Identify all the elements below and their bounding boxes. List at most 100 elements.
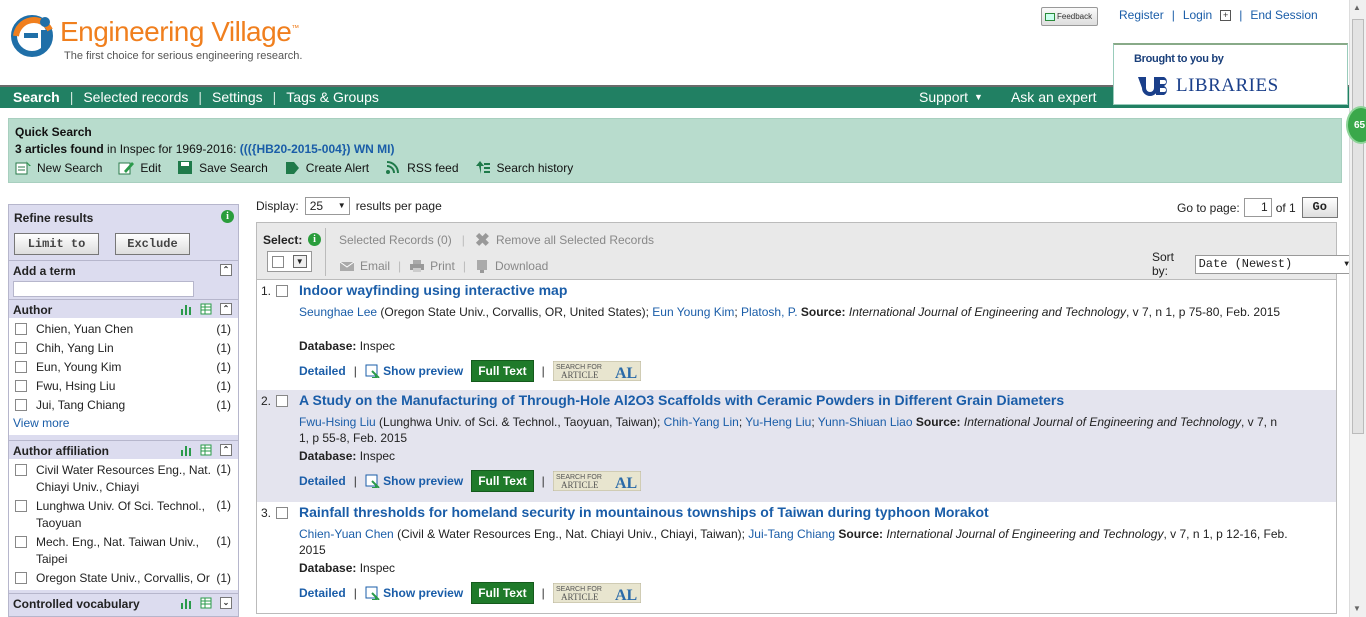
select-all-checkbox[interactable]	[272, 255, 285, 268]
print-button[interactable]: Print	[409, 259, 455, 273]
result-checkbox[interactable]	[276, 285, 288, 297]
bar-chart-icon[interactable]	[180, 444, 192, 456]
result-checkbox[interactable]	[276, 507, 288, 519]
sort-select[interactable]: Date (Newest) ▼	[1194, 254, 1356, 274]
new-search-button[interactable]: New Search	[15, 160, 102, 175]
facet-checkbox[interactable]	[15, 572, 27, 584]
scroll-up-icon[interactable]: ▲	[1353, 3, 1361, 12]
show-preview-link[interactable]: Show preview	[365, 364, 463, 379]
rss-feed-button[interactable]: RSS feed	[385, 160, 459, 175]
collapse-icon[interactable]: ⌃	[220, 264, 232, 276]
detailed-link[interactable]: Detailed	[299, 364, 346, 378]
facet-checkbox[interactable]	[15, 361, 27, 373]
chevron-down-icon[interactable]: ▼	[292, 255, 307, 268]
facet-item[interactable]: Chih, Yang Lin (1)	[9, 339, 238, 358]
search-for-article-button[interactable]: SEARCH FORARTICLE AL	[552, 583, 641, 603]
affiliation-section: Author affiliation ⌃ Civil Water Resourc…	[9, 440, 238, 590]
expand-login-icon[interactable]: +	[1220, 9, 1232, 21]
detailed-link[interactable]: Detailed	[299, 586, 346, 600]
nav-tags-groups[interactable]: Tags & Groups	[286, 89, 379, 105]
register-link[interactable]: Register	[1119, 8, 1164, 22]
feedback-button[interactable]: Feedback	[1041, 7, 1098, 26]
search-query-link[interactable]: ((({HB20-2015-004}) WN MI)	[240, 142, 395, 156]
nav-search[interactable]: Search	[13, 89, 60, 105]
author-link[interactable]: Fwu-Hsing Liu	[299, 415, 376, 429]
nav-selected-records[interactable]: Selected records	[83, 89, 188, 105]
collapse-icon[interactable]: ⌃	[220, 303, 232, 315]
facet-item[interactable]: Eun, Young Kim (1)	[9, 358, 238, 377]
author-link[interactable]: Yu-Heng Liu	[745, 415, 811, 429]
facet-item[interactable]: Chien, Yuan Chen (1)	[9, 320, 238, 339]
scroll-down-icon[interactable]: ▼	[1353, 604, 1361, 613]
facet-checkbox[interactable]	[15, 399, 27, 411]
bar-chart-icon[interactable]	[180, 303, 192, 315]
results-per-page-select[interactable]: 25 ▼	[304, 197, 350, 215]
facet-item[interactable]: Lunghwa Univ. Of Sci. Technol., Taoyuan (1…	[9, 497, 238, 533]
save-search-button[interactable]: Save Search	[177, 160, 268, 175]
full-text-button[interactable]: Full Text	[471, 470, 534, 492]
facet-checkbox[interactable]	[15, 380, 27, 392]
facet-checkbox[interactable]	[15, 323, 27, 335]
select-all-control[interactable]: ▼	[267, 251, 312, 272]
bar-chart-icon[interactable]	[180, 597, 192, 609]
edit-button[interactable]: Edit	[118, 160, 161, 175]
ub-libraries-logo[interactable]: LIBRARIES	[1136, 75, 1279, 97]
facet-checkbox[interactable]	[15, 342, 27, 354]
page-number-input[interactable]: 1	[1243, 198, 1272, 217]
show-preview-link[interactable]: Show preview	[365, 474, 463, 489]
search-history-button[interactable]: Search history	[475, 160, 573, 175]
author-link[interactable]: Seunghae Lee	[299, 305, 377, 319]
nav-support[interactable]: Support ▼	[919, 89, 983, 105]
result-title-link[interactable]: Rainfall thresholds for homeland securit…	[299, 504, 989, 520]
view-more-link[interactable]: View more	[9, 415, 238, 433]
facet-checkbox[interactable]	[15, 464, 27, 476]
info-icon[interactable]: i	[308, 233, 321, 246]
author-link[interactable]: Eun Young Kim	[652, 305, 734, 319]
author-link[interactable]: Jui-Tang Chiang	[748, 527, 835, 541]
facet-checkbox[interactable]	[15, 536, 27, 548]
result-title-link[interactable]: A Study on the Manufacturing of Through-…	[299, 392, 1064, 408]
facet-item[interactable]: Jui, Tang Chiang (1)	[9, 396, 238, 415]
facet-checkbox[interactable]	[15, 500, 27, 512]
download-button[interactable]: Download	[474, 259, 548, 273]
detailed-link[interactable]: Detailed	[299, 474, 346, 488]
search-for-article-button[interactable]: SEARCH FORARTICLE AL	[552, 471, 641, 491]
facet-item[interactable]: Fwu, Hsing Liu (1)	[9, 377, 238, 396]
author-link[interactable]: Chih-Yang Lin	[664, 415, 739, 429]
collapse-icon[interactable]: ⌃	[220, 444, 232, 456]
facet-item[interactable]: Mech. Eng., Nat. Taiwan Univ., Taipei (1)	[9, 533, 238, 569]
engineering-village-logo[interactable]	[10, 12, 58, 58]
result-title-link[interactable]: Indoor wayfinding using interactive map	[299, 282, 567, 298]
author-link[interactable]: Yunn-Shiuan Liao	[818, 415, 913, 429]
facet-item[interactable]: Oregon State Univ., Corvallis, Or (1)	[9, 569, 238, 588]
facet-item[interactable]: Civil Water Resources Eng., Nat. Chiayi U…	[9, 461, 238, 497]
affiliation-facet-title: Author affiliation	[13, 444, 109, 458]
login-link[interactable]: Login	[1183, 8, 1212, 22]
full-text-button[interactable]: Full Text	[471, 360, 534, 382]
end-session-link[interactable]: End Session	[1250, 8, 1317, 22]
result-database: Database: Inspec	[299, 449, 396, 463]
email-button[interactable]: Email	[339, 259, 390, 273]
export-table-icon[interactable]	[200, 444, 212, 456]
result-checkbox[interactable]	[276, 395, 288, 407]
show-preview-link[interactable]: Show preview	[365, 586, 463, 601]
create-alert-button[interactable]: Create Alert	[284, 160, 369, 175]
remove-all-button[interactable]: ✖ Remove all Selected Records	[475, 231, 654, 249]
author-link[interactable]: Platosh, P.	[741, 305, 797, 319]
limit-to-button[interactable]: Limit to	[14, 233, 99, 255]
go-button[interactable]: Go	[1301, 197, 1338, 218]
expand-icon[interactable]: ⌄	[220, 597, 232, 609]
export-table-icon[interactable]	[200, 597, 212, 609]
scrollbar-thumb[interactable]	[1352, 19, 1364, 434]
page-scrollbar[interactable]: ▲ ▼	[1349, 0, 1366, 617]
exclude-button[interactable]: Exclude	[115, 233, 190, 255]
author-section: Author ⌃ Chien, Yuan Chen (1) Chih, Yang …	[9, 299, 238, 435]
full-text-button[interactable]: Full Text	[471, 582, 534, 604]
search-for-article-button[interactable]: SEARCH FORARTICLE AL	[552, 361, 641, 381]
info-icon[interactable]: i	[221, 210, 234, 223]
author-link[interactable]: Chien-Yuan Chen	[299, 527, 394, 541]
export-table-icon[interactable]	[200, 303, 212, 315]
add-term-input[interactable]	[13, 281, 194, 297]
nav-settings[interactable]: Settings	[212, 89, 263, 105]
nav-ask-expert[interactable]: Ask an expert	[1011, 89, 1097, 105]
